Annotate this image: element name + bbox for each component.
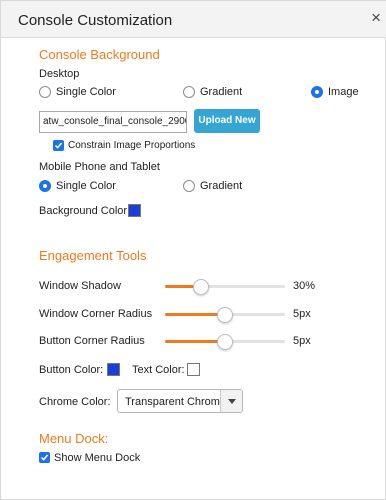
option-label: Single Color	[56, 180, 116, 192]
slider-fill	[165, 340, 225, 343]
constrain-label: Constrain Image Proportions	[68, 140, 196, 151]
panel-title: Console Customization	[18, 12, 173, 29]
option-label: Image	[328, 86, 359, 98]
menu-dock-heading: Menu Dock:	[39, 431, 109, 446]
image-filename-field[interactable]: atw_console_final_console_2900x	[39, 111, 187, 133]
radio-icon[interactable]	[39, 86, 51, 98]
button-color-label: Button Color:	[39, 364, 104, 376]
text-color-swatch[interactable]	[187, 363, 200, 376]
chevron-down-icon[interactable]	[220, 390, 242, 412]
mobile-tablet-label: Mobile Phone and Tablet	[39, 161, 160, 173]
radio-selected-icon[interactable]	[311, 86, 323, 98]
button-corner-radius-value: 5px	[293, 335, 311, 347]
background-color-label: Background Color	[39, 205, 128, 217]
checkbox-checked-icon[interactable]	[39, 452, 50, 463]
show-menu-dock-label: Show Menu Dock	[54, 452, 141, 464]
upload-new-button[interactable]: Upload New	[194, 109, 260, 133]
window-corner-radius-label: Window Corner Radius	[39, 308, 153, 320]
console-background-heading: Console Background	[39, 47, 160, 62]
option-label: Single Color	[56, 86, 116, 98]
button-color-swatch[interactable]	[107, 363, 120, 376]
radio-icon[interactable]	[183, 86, 195, 98]
button-corner-radius-label: Button Corner Radius	[39, 335, 145, 347]
text-color-label: Text Color:	[132, 364, 185, 376]
option-label: Gradient	[200, 86, 243, 98]
desktop-label: Desktop	[39, 68, 80, 80]
slider-handle[interactable]	[217, 333, 233, 350]
slider-fill	[165, 313, 225, 316]
customization-panel: Console Customization × Console Backgrou…	[0, 0, 386, 500]
window-shadow-slider[interactable]	[165, 278, 285, 295]
option-label: Gradient	[200, 180, 243, 192]
chrome-color-select[interactable]: Transparent Chrome	[117, 389, 243, 413]
background-color-swatch[interactable]	[128, 204, 141, 217]
close-icon[interactable]: ×	[371, 9, 381, 26]
chrome-color-selected-value: Transparent Chrome	[125, 396, 227, 408]
button-corner-radius-slider[interactable]	[165, 333, 285, 350]
window-shadow-value: 30%	[293, 280, 316, 292]
window-shadow-label: Window Shadow	[39, 280, 121, 292]
window-corner-radius-value: 5px	[293, 308, 311, 320]
slider-handle[interactable]	[193, 278, 209, 295]
engagement-tools-heading: Engagement Tools	[39, 248, 147, 263]
title-bar: Console Customization ×	[1, 1, 386, 38]
chrome-color-label: Chrome Color:	[39, 396, 111, 408]
radio-selected-icon[interactable]	[39, 180, 51, 192]
checkbox-checked-icon[interactable]	[53, 140, 64, 151]
slider-handle[interactable]	[217, 306, 233, 323]
window-corner-radius-slider[interactable]	[165, 306, 285, 323]
radio-icon[interactable]	[183, 180, 195, 192]
